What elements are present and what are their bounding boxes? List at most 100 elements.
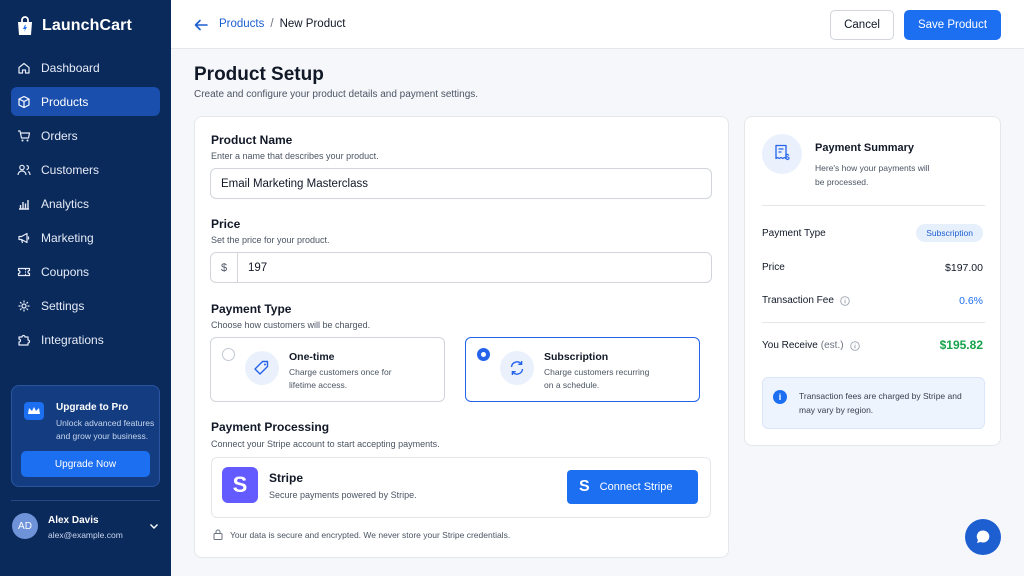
puzzle-icon [18, 334, 31, 346]
bar-chart-icon [19, 199, 29, 210]
home-icon [18, 62, 30, 74]
price-input[interactable]: $ 197 [210, 252, 712, 283]
upgrade-title: Upgrade to Pro [56, 402, 129, 413]
stripe-logo: S [222, 467, 258, 503]
info-filled-icon: i [773, 390, 787, 404]
currency-prefix: $ [211, 253, 238, 282]
cart-icon [18, 129, 31, 141]
payment-type-label: Payment Type [211, 302, 292, 316]
info-icon[interactable] [840, 295, 850, 306]
product-name-input[interactable]: Email Marketing Masterclass [210, 168, 712, 199]
price-label: Price [211, 217, 241, 231]
option-title: One-time [289, 351, 335, 363]
summary-subtitle: Here's how your payments will be process… [815, 163, 930, 187]
sidebar-item-label: Coupons [41, 264, 90, 279]
sidebar-item-label: Dashboard [41, 60, 100, 75]
security-note: Your data is secure and encrypted. We ne… [213, 529, 510, 540]
payment-option-one-time[interactable]: One-time Charge customers once for lifet… [210, 337, 445, 402]
shopping-bag-icon [18, 16, 32, 35]
user-email: alex@example.com [48, 530, 123, 540]
summary-divider [762, 205, 985, 206]
ticket-icon [17, 267, 31, 276]
info-icon[interactable] [849, 340, 860, 351]
upgrade-text: Unlock advanced features and grow your b… [56, 418, 155, 441]
page-subtitle: Create and configure your product detail… [194, 89, 479, 100]
sidebar-item-label: Settings [41, 298, 85, 313]
sidebar-nav: Dashboard Products Orders Customers Anal… [11, 53, 160, 359]
payment-type-hint: Choose how customers will be charged. [211, 320, 371, 330]
refresh-icon [500, 351, 534, 385]
save-product-button[interactable]: Save Product [904, 10, 1001, 40]
box-icon [18, 95, 30, 108]
sidebar-item-integrations[interactable]: Integrations [11, 325, 160, 354]
breadcrumb-separator: / [270, 18, 274, 30]
page-title: Product Setup [194, 64, 324, 85]
summary-divider [762, 322, 985, 323]
radio-button[interactable] [222, 348, 235, 361]
user-name: Alex Davis [48, 515, 99, 526]
radio-button-selected[interactable] [477, 348, 490, 361]
sidebar-item-label: Customers [41, 162, 100, 177]
option-description: Charge customers recurring on a schedule… [544, 367, 650, 390]
receipt-dollar-icon [762, 134, 802, 174]
summary-title: Payment Summary [815, 142, 915, 154]
breadcrumb-products-link[interactable]: Products [219, 18, 264, 30]
sidebar-item-marketing[interactable]: Marketing [11, 223, 160, 252]
price-row-label: Price [762, 262, 785, 273]
stripe-icon: S [579, 478, 590, 495]
brand[interactable]: LaunchCart [16, 14, 132, 38]
upgrade-button[interactable]: Upgrade Now [21, 451, 150, 477]
lock-icon [213, 529, 223, 540]
sidebar-item-label: Marketing [41, 230, 94, 245]
sidebar-item-dashboard[interactable]: Dashboard [11, 53, 160, 82]
price-value: 197 [248, 261, 268, 274]
breadcrumb: Products / New Product [219, 18, 345, 30]
receive-estimate-tag: (est.) [820, 340, 844, 351]
payment-processing-hint: Connect your Stripe account to start acc… [211, 439, 440, 449]
payment-type-row-label: Payment Type [762, 228, 826, 239]
product-name-label: Product Name [211, 133, 293, 147]
users-icon [17, 164, 31, 175]
product-name-hint: Enter a name that describes your product… [211, 151, 379, 161]
stripe-name: Stripe [269, 471, 304, 485]
back-arrow-icon[interactable] [193, 17, 209, 33]
sidebar-item-label: Orders [41, 128, 78, 143]
sidebar-item-products[interactable]: Products [11, 87, 160, 116]
fee-notice: i Transaction fees are charged by Stripe… [762, 377, 985, 429]
sidebar: LaunchCart Dashboard Products Orders Cus… [0, 0, 171, 576]
breadcrumb-current: New Product [279, 18, 346, 30]
sidebar-item-analytics[interactable]: Analytics [11, 189, 160, 218]
connect-stripe-label: Connect Stripe [599, 481, 673, 493]
fee-row-value: 0.6% [959, 295, 983, 307]
product-form-card: Product Name Enter a name that describes… [194, 116, 729, 558]
price-row-value: $197.00 [945, 262, 983, 274]
brand-name: LaunchCart [42, 17, 132, 34]
payment-summary-card: Payment Summary Here's how your payments… [744, 116, 1001, 446]
sidebar-item-label: Analytics [41, 196, 90, 211]
fee-label-text: Transaction Fee [762, 295, 834, 306]
sidebar-item-label: Integrations [41, 332, 104, 347]
megaphone-icon [18, 232, 30, 243]
fee-notice-text: Transaction fees are charged by Stripe a… [799, 391, 962, 415]
tag-icon [245, 351, 279, 385]
avatar: AD [12, 513, 38, 539]
stripe-description: Secure payments powered by Stripe. [269, 490, 417, 500]
receive-row-label: You Receive (est.) [762, 340, 860, 351]
chat-button[interactable] [965, 519, 1001, 555]
connect-stripe-button[interactable]: S Connect Stripe [567, 470, 698, 504]
receive-row-value: $195.82 [939, 338, 983, 352]
option-description: Charge customers once for lifetime acces… [289, 367, 392, 390]
stripe-connect-box: S Stripe Secure payments powered by Stri… [211, 457, 711, 518]
payment-option-subscription[interactable]: Subscription Charge customers recurring … [465, 337, 700, 402]
sidebar-item-settings[interactable]: Settings [11, 291, 160, 320]
sidebar-divider [11, 500, 160, 501]
chevron-down-icon[interactable] [148, 520, 160, 532]
price-hint: Set the price for your product. [211, 235, 330, 245]
option-title: Subscription [544, 351, 609, 363]
sidebar-item-orders[interactable]: Orders [11, 121, 160, 150]
sidebar-item-coupons[interactable]: Coupons [11, 257, 160, 286]
sidebar-item-customers[interactable]: Customers [11, 155, 160, 184]
cancel-button[interactable]: Cancel [830, 10, 894, 40]
chat-bubble-icon [976, 530, 990, 543]
user-menu[interactable]: AD Alex Davis alex@example.com [12, 511, 162, 543]
